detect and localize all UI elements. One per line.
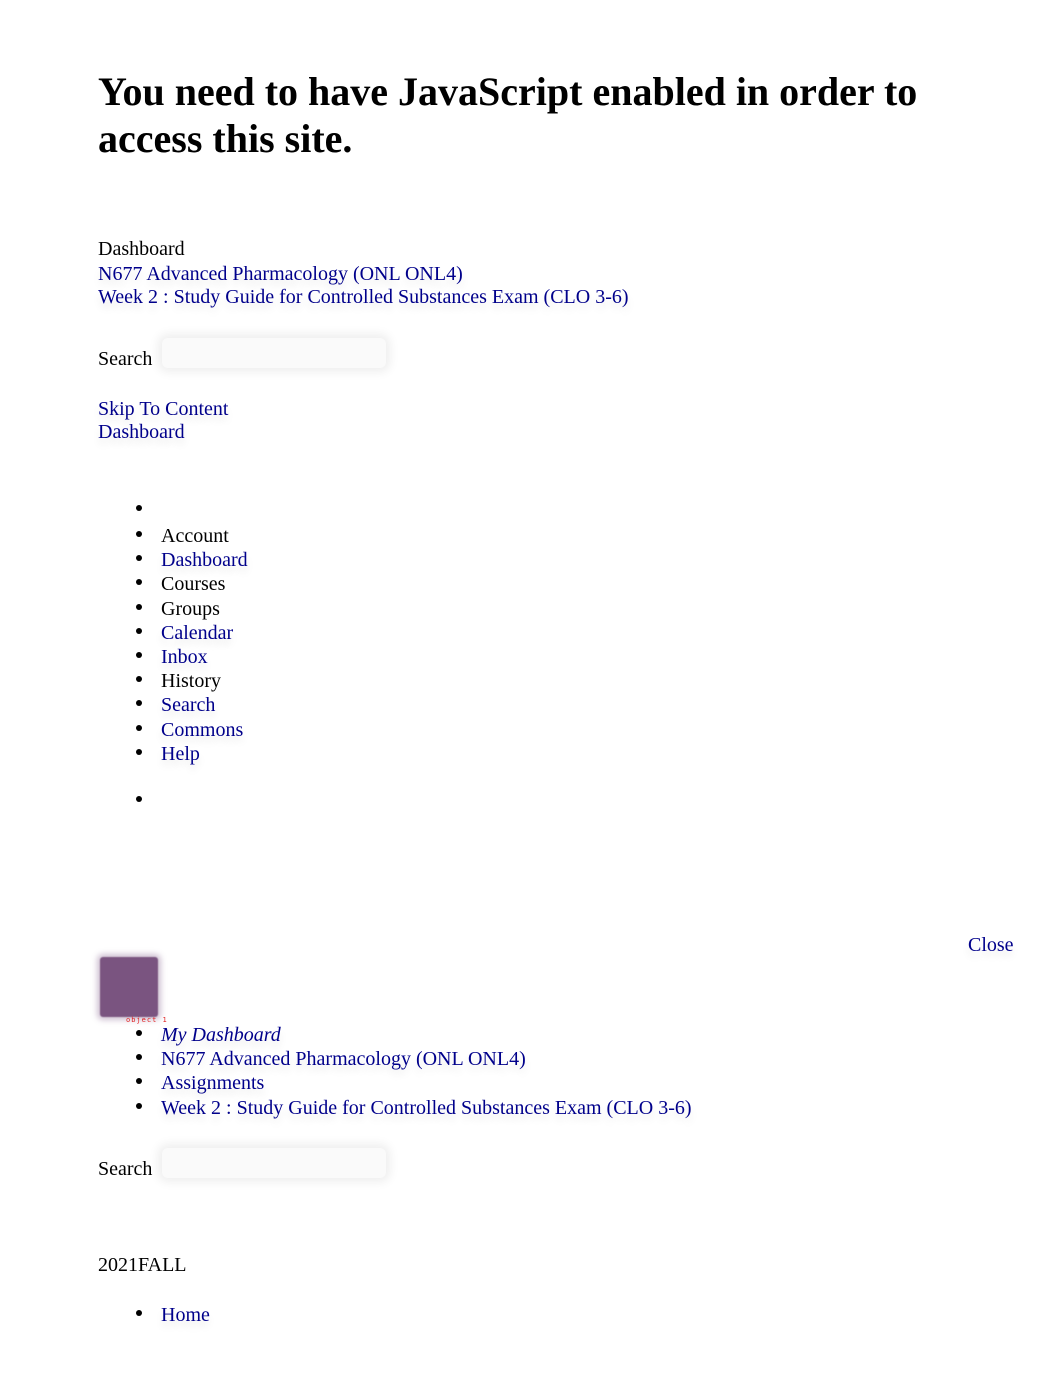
- course-nav: Home: [136, 1303, 210, 1327]
- course-nav-home[interactable]: Home: [136, 1303, 210, 1327]
- global-nav-avatar-item[interactable]: [136, 498, 248, 524]
- user-avatar[interactable]: [100, 957, 158, 1017]
- breadcrumb-assignment-link[interactable]: Week 2 : Study Guide for Controlled Subs…: [98, 285, 629, 309]
- global-nav-inbox[interactable]: Inbox: [136, 645, 248, 669]
- global-nav-label: Courses: [161, 573, 226, 596]
- global-nav-search[interactable]: Search: [136, 693, 248, 717]
- search-label: Search: [98, 1158, 153, 1180]
- course-nav-label[interactable]: Home: [161, 1304, 210, 1326]
- dashboard-link[interactable]: Dashboard: [98, 420, 185, 444]
- mobile-breadcrumb-item[interactable]: My Dashboard: [136, 1023, 692, 1047]
- assignment-link[interactable]: Week 2 : Study Guide for Controlled Subs…: [161, 1097, 692, 1119]
- global-nav-label[interactable]: Inbox: [161, 646, 208, 668]
- course-link[interactable]: N677 Advanced Pharmacology (ONL ONL4): [161, 1048, 526, 1070]
- mobile-breadcrumb-item[interactable]: Week 2 : Study Guide for Controlled Subs…: [136, 1096, 692, 1120]
- global-nav-label: Groups: [161, 597, 220, 620]
- global-nav-label[interactable]: Dashboard: [161, 549, 248, 571]
- search-input[interactable]: [162, 338, 386, 368]
- global-nav-history[interactable]: History: [136, 669, 248, 693]
- global-nav-label: Account: [161, 525, 229, 547]
- global-nav-courses[interactable]: Courses: [136, 572, 248, 596]
- global-nav-groups[interactable]: Groups: [136, 597, 248, 621]
- global-nav-account[interactable]: Account: [136, 524, 248, 548]
- global-nav: Account Dashboard Courses Groups Calenda…: [136, 498, 248, 766]
- breadcrumb-dashboard: Dashboard: [98, 238, 185, 260]
- my-dashboard-link[interactable]: My Dashboard: [161, 1024, 281, 1046]
- global-nav-calendar[interactable]: Calendar: [136, 621, 248, 645]
- term-label: 2021FALL: [98, 1254, 187, 1276]
- global-nav-label: History: [161, 670, 221, 693]
- breadcrumb-course-link[interactable]: N677 Advanced Pharmacology (ONL ONL4): [98, 262, 463, 286]
- noscript-heading: You need to have JavaScript enabled in o…: [98, 69, 918, 161]
- mobile-breadcrumb: My Dashboard N677 Advanced Pharmacology …: [136, 1023, 692, 1120]
- global-nav-commons[interactable]: Commons: [136, 718, 248, 742]
- global-nav-empty-item[interactable]: [136, 789, 161, 813]
- global-nav-extra: [136, 789, 161, 813]
- skip-to-content-link[interactable]: Skip To Content: [98, 397, 228, 421]
- global-nav-label[interactable]: Commons: [161, 719, 243, 741]
- global-nav-label[interactable]: Search: [161, 694, 215, 716]
- global-nav-help[interactable]: Help: [136, 742, 248, 766]
- global-nav-dashboard[interactable]: Dashboard: [136, 548, 248, 572]
- mobile-breadcrumb-item[interactable]: Assignments: [136, 1071, 692, 1095]
- mobile-breadcrumb-item[interactable]: N677 Advanced Pharmacology (ONL ONL4): [136, 1047, 692, 1071]
- close-button[interactable]: Close: [968, 933, 1014, 957]
- search-label: Search: [98, 348, 153, 370]
- search-input[interactable]: [162, 1148, 386, 1178]
- global-nav-label[interactable]: Calendar: [161, 622, 233, 644]
- global-nav-label[interactable]: Help: [161, 743, 200, 765]
- assignments-link[interactable]: Assignments: [161, 1072, 264, 1094]
